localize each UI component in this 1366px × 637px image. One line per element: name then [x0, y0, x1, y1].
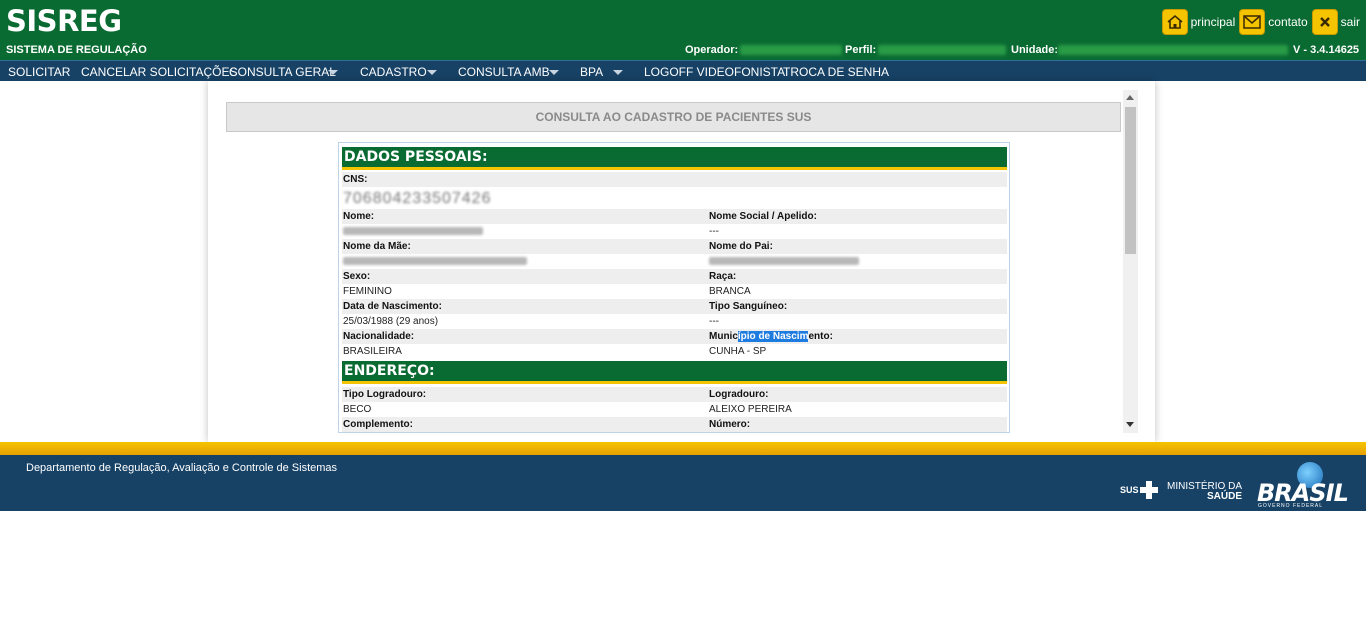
menu-cancelar-solicitacoes[interactable]: CANCELAR SOLICITAÇÕES [81, 65, 237, 79]
footer-stripe [0, 442, 1366, 455]
app-header: SISREG SISTEMA DE REGULAÇÃO principal co… [0, 0, 1366, 60]
section-dados-pessoais: DADOS PESSOAIS: [342, 147, 1007, 170]
content-scroll-area[interactable]: CONSULTA AO CADASTRO DE PACIENTES SUS DA… [226, 90, 1138, 433]
menu-consulta-geral[interactable]: CONSULTA GERAL [229, 65, 336, 79]
raca-label: Raça: [709, 271, 737, 282]
app-footer: Departamento de Regulação, Avaliação e C… [0, 455, 1366, 511]
complemento-label: Complemento: [343, 419, 413, 430]
vertical-scrollbar[interactable] [1123, 90, 1138, 433]
nome-label-row: Nome: Nome Social / Apelido: [342, 209, 1007, 224]
sexo-value-row: FEMININO BRANCA [342, 284, 1007, 299]
menu-cadastro[interactable]: CADASTRO [360, 65, 427, 79]
patient-record: DADOS PESSOAIS: CNS: 706804233507426 Nom… [338, 142, 1010, 433]
sair-link[interactable]: sair [1311, 9, 1360, 35]
chevron-down-icon[interactable] [613, 70, 623, 75]
logradouro-label-row: Tipo Logradouro: Logradouro: [342, 387, 1007, 402]
nome-social-label: Nome Social / Apelido: [709, 211, 817, 222]
nacionalidade-label: Nacionalidade: [343, 331, 415, 342]
operador-label: Operador: [685, 44, 739, 56]
nome-social-value: --- [709, 226, 719, 237]
principal-label: principal [1190, 15, 1236, 29]
complemento-label-row: Complemento: Número: [342, 417, 1007, 432]
sexo-label-row: Sexo: Raça: [342, 269, 1007, 284]
municipio-label-part: ento: [808, 331, 833, 342]
text-selection: ípio de Nascim [737, 331, 809, 342]
nasc-label-row: Data de Nascimento: Tipo Sanguíneo: [342, 299, 1007, 314]
principal-link[interactable]: principal [1161, 9, 1236, 35]
pais-value-row [342, 254, 1007, 269]
app-logo[interactable]: SISREG [6, 4, 122, 38]
section-endereco: ENDEREÇO: [342, 361, 1007, 384]
menu-consulta-amb[interactable]: CONSULTA AMB [458, 65, 550, 79]
ministerio-line2: SAÚDE [1207, 491, 1243, 502]
sexo-value: FEMININO [343, 286, 392, 297]
sangue-label: Tipo Sanguíneo: [709, 301, 788, 312]
tipo-logradouro-value: BECO [343, 404, 372, 415]
sus-label: SUS [1120, 485, 1139, 495]
numero-label: Número: [709, 419, 751, 430]
sair-label: sair [1340, 15, 1360, 29]
cross-icon [1139, 481, 1158, 499]
municipio-value: CUNHA - SP [709, 346, 767, 357]
municipio-label: Município de Nascimento: [709, 329, 833, 344]
scroll-up-arrow-icon[interactable] [1126, 95, 1134, 100]
chevron-down-icon[interactable] [328, 70, 338, 75]
unidade-value-redacted [1058, 45, 1288, 55]
sexo-label: Sexo: [343, 271, 371, 282]
nasc-value: 25/03/1988 (29 anos) [343, 316, 439, 327]
logradouro-value: ALEIXO PEREIRA [709, 404, 792, 415]
footer-text: Departamento de Regulação, Avaliação e C… [26, 462, 338, 474]
chevron-down-icon[interactable] [549, 70, 559, 75]
close-icon [1311, 9, 1338, 35]
nome-value-row: --- [342, 224, 1007, 239]
version-label: V - 3.4.14625 [1293, 44, 1360, 56]
ministerio-logo: MINISTÉRIO DA SAÚDE [1167, 482, 1242, 502]
cns-row: CNS: [342, 172, 1007, 187]
cns-value-redacted: 706804233507426 [343, 190, 492, 207]
menu-logoff-videofonista[interactable]: LOGOFF VIDEOFONISTA [644, 65, 785, 79]
governo-federal-label: GOVERNO FEDERAL [1258, 503, 1324, 509]
nome-label: Nome: [343, 211, 375, 222]
page-title: CONSULTA AO CADASTRO DE PACIENTES SUS [226, 102, 1121, 132]
unidade-label: Unidade: [1011, 44, 1059, 56]
mail-icon [1239, 9, 1266, 35]
perfil-label: Perfil: [845, 44, 877, 56]
scroll-thumb[interactable] [1125, 107, 1136, 254]
top-links: principal contato sair [1158, 9, 1360, 35]
contato-link[interactable]: contato [1239, 9, 1308, 35]
nome-value-redacted [343, 227, 483, 235]
nacionalidade-label-row: Nacionalidade: Município de Nascimento: [342, 329, 1007, 344]
menu-solicitar[interactable]: SOLICITAR [8, 65, 70, 79]
main-menu: SOLICITAR CANCELAR SOLICITAÇÕES CONSULTA… [0, 60, 1366, 81]
logradouro-label: Logradouro: [709, 389, 769, 400]
home-icon [1161, 9, 1188, 35]
logradouro-value-row: BECO ALEIXO PEREIRA [342, 402, 1007, 417]
contato-label: contato [1268, 15, 1308, 29]
chevron-down-icon[interactable] [427, 70, 437, 75]
sangue-value: --- [709, 316, 719, 327]
cns-label: CNS: [343, 174, 368, 185]
menu-bpa[interactable]: BPA [580, 65, 603, 79]
menu-troca-de-senha[interactable]: TROCA DE SENHA [783, 65, 889, 79]
nome-pai-label: Nome do Pai: [709, 241, 773, 252]
nome-mae-label: Nome da Mãe: [343, 241, 411, 252]
municipio-label-part: Munic [709, 331, 738, 342]
operador-value-redacted [740, 45, 842, 55]
pais-label-row: Nome da Mãe: Nome do Pai: [342, 239, 1007, 254]
nasc-value-row: 25/03/1988 (29 anos) --- [342, 314, 1007, 329]
sus-logo: SUS [1120, 480, 1159, 500]
nacionalidade-value-row: BRASILEIRA CUNHA - SP [342, 344, 1007, 359]
raca-value: BRANCA [709, 286, 751, 297]
tipo-logradouro-label: Tipo Logradouro: [343, 389, 427, 400]
perfil-value-redacted [878, 45, 1006, 55]
scroll-down-arrow-icon[interactable] [1126, 422, 1134, 427]
nome-mae-value-redacted [343, 257, 527, 265]
nome-pai-value-redacted [709, 257, 859, 265]
nasc-label: Data de Nascimento: [343, 301, 442, 312]
nacionalidade-value: BRASILEIRA [343, 346, 402, 357]
